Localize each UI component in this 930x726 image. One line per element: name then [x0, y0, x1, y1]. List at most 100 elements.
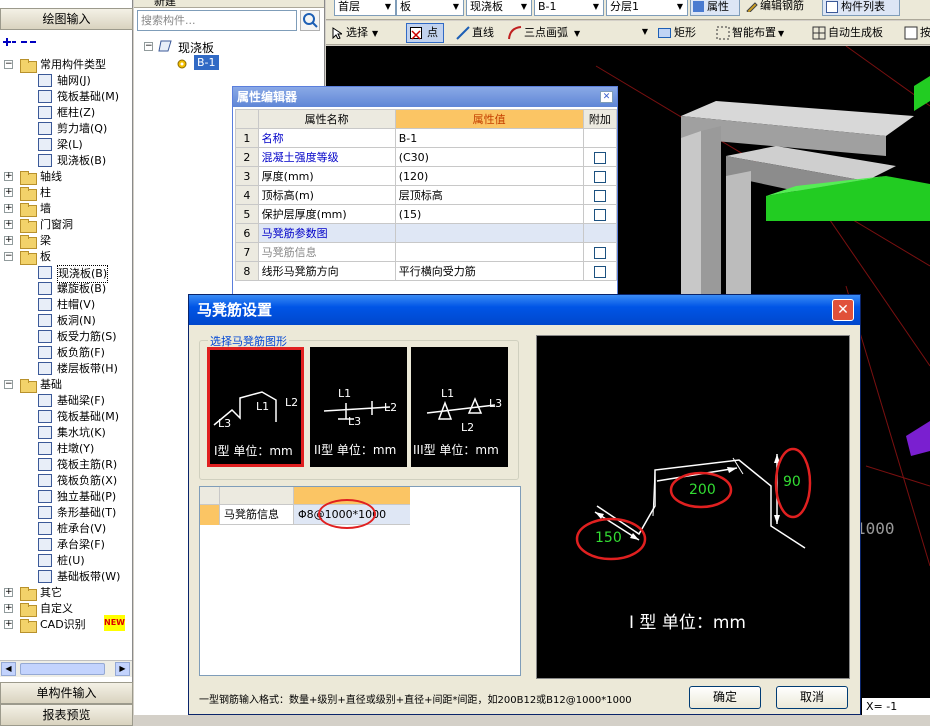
property-row[interactable]: 8 线形马凳筋方向 平行横向受力筋	[235, 261, 618, 281]
expand-toggle-icon[interactable]: +	[4, 204, 13, 213]
component-select[interactable]: B-1 ▼	[534, 0, 604, 16]
folder-icon	[20, 203, 37, 217]
label-l3: L3	[348, 415, 362, 428]
property-row[interactable]: 2 混凝土强度等级 (C30)	[235, 147, 618, 167]
extra-checkbox[interactable]	[593, 208, 606, 221]
col-header-extra: 附加	[582, 109, 618, 129]
property-value[interactable]: 平行横向受力筋	[394, 261, 584, 281]
property-row[interactable]: 6 马凳筋参数图	[235, 223, 618, 243]
col-header-value: 属性值	[394, 109, 584, 129]
property-name: 线形马凳筋方向	[257, 261, 396, 281]
tree-label: 筏板基础(M)	[57, 410, 120, 423]
property-button[interactable]: 属性	[690, 0, 740, 16]
property-icon	[693, 1, 704, 12]
cancel-button[interactable]: 取消	[776, 686, 848, 709]
property-row[interactable]: 7 马凳筋信息	[235, 242, 618, 262]
rect-button[interactable]: 矩形	[656, 24, 696, 42]
expand-toggle-icon[interactable]: +	[4, 188, 13, 197]
dialog-close-icon[interactable]: ✕	[832, 299, 854, 321]
chevron-down-icon: ▼	[452, 2, 460, 11]
expand-toggle-icon[interactable]: +	[4, 220, 13, 229]
component-list-button[interactable]: 构件列表	[822, 0, 900, 16]
expand-toggle-icon[interactable]: +	[4, 172, 13, 181]
tree-label: 承台梁(F)	[57, 538, 105, 551]
new-component-button[interactable]: 新建	[154, 0, 176, 7]
scroll-left-icon[interactable]: ◀	[1, 662, 16, 676]
expand-toggle-icon[interactable]: +	[4, 620, 13, 629]
expand-toggle-icon[interactable]: +	[4, 604, 13, 613]
folder-icon	[20, 219, 37, 233]
property-value[interactable]: (120)	[394, 166, 584, 186]
folder-icon	[20, 603, 37, 617]
extra-checkbox[interactable]	[593, 189, 606, 202]
extra-checkbox[interactable]	[593, 170, 606, 183]
property-row[interactable]: 4 顶标高(m) 层顶标高	[235, 185, 618, 205]
chevron-down-icon: ▼	[520, 2, 528, 11]
nav-single-component-input[interactable]: 单构件输入	[0, 682, 133, 704]
nav-report-preview[interactable]: 报表预览	[0, 704, 133, 726]
property-extra	[582, 128, 618, 148]
property-name: 厚度(mm)	[257, 166, 396, 186]
horizontal-scrollbar[interactable]: ◀ ▶	[0, 660, 132, 677]
collapse-toggle-icon[interactable]: −	[4, 380, 13, 389]
scroll-right-icon[interactable]: ▶	[115, 662, 130, 676]
more-button[interactable]: 按	[902, 24, 930, 42]
collapse-toggle-icon[interactable]: −	[4, 252, 13, 261]
scroll-thumb[interactable]	[20, 663, 105, 675]
property-extra	[582, 166, 618, 186]
category-select[interactable]: 板 ▼	[396, 0, 464, 16]
component-icon	[38, 474, 52, 487]
type-select[interactable]: 现浇板 ▼	[466, 0, 532, 16]
collapse-all-icon[interactable]	[20, 36, 36, 48]
collapse-toggle-icon[interactable]: −	[144, 42, 153, 51]
floor-select[interactable]: 首层 ▼	[334, 0, 396, 16]
property-value[interactable]	[394, 223, 584, 243]
search-icon[interactable]	[300, 10, 320, 31]
line-button[interactable]: 直线	[454, 24, 494, 42]
label-l2: L2	[285, 396, 299, 409]
collapse-toggle-icon[interactable]: −	[4, 60, 13, 69]
chevron-down-icon: ▼	[384, 2, 392, 11]
property-value[interactable]: (15)	[394, 204, 584, 224]
tree-item-b1[interactable]: B-1	[194, 55, 219, 70]
property-row[interactable]: 1 名称 B-1	[235, 128, 618, 148]
smart-layout-button[interactable]: 智能布置 ▼	[714, 24, 784, 42]
property-row[interactable]: 3 厚度(mm) (120)	[235, 166, 618, 186]
property-value[interactable]: B-1	[394, 128, 584, 148]
arc-mode-select[interactable]: ▼	[610, 24, 652, 42]
expand-toggle-icon[interactable]: +	[4, 588, 13, 597]
chevron-down-icon: ▼	[592, 2, 600, 11]
nav-header-drawing-input[interactable]: 绘图输入	[0, 8, 133, 30]
property-extra	[582, 185, 618, 205]
select-button[interactable]: 选择 ▼	[332, 24, 378, 42]
shape-caption: II型 单位：mm	[314, 443, 397, 457]
property-name: 马凳筋参数图	[257, 223, 396, 243]
ok-button[interactable]: 确定	[689, 686, 761, 709]
dim-l3: 150	[595, 530, 622, 546]
property-row[interactable]: 5 保护层厚度(mm) (15)	[235, 204, 618, 224]
arc-button[interactable]: 三点画弧 ▼	[506, 24, 580, 42]
property-extra	[582, 223, 618, 243]
close-icon[interactable]: ✕	[600, 91, 613, 103]
property-extra	[582, 261, 618, 281]
extra-checkbox[interactable]	[593, 151, 606, 164]
property-value[interactable]	[394, 242, 584, 262]
tree-label: 基础梁(F)	[57, 394, 105, 407]
edit-rebar-button[interactable]: 编辑钢筋	[744, 0, 820, 16]
extra-checkbox[interactable]	[593, 246, 606, 259]
component-gear-icon	[176, 58, 188, 70]
shape-option-type2[interactable]: L1 L2 L3 II型 单位：mm	[310, 347, 407, 467]
auto-slab-button[interactable]: 自动生成板	[810, 24, 883, 42]
property-value[interactable]: 层顶标高	[394, 185, 584, 205]
property-value[interactable]: (C30)	[394, 147, 584, 167]
shape-option-type1[interactable]: L1 L2 L3 I型 单位：mm	[207, 347, 304, 467]
layer-select[interactable]: 分层1 ▼	[606, 0, 688, 16]
expand-toggle-icon[interactable]: +	[4, 236, 13, 245]
component-search-input[interactable]: 搜索构件...	[137, 10, 297, 31]
tree-root-label[interactable]: 现浇板	[178, 39, 214, 56]
expand-all-icon[interactable]	[2, 36, 16, 48]
extra-checkbox[interactable]	[593, 265, 606, 278]
coord-readout: X= -1	[862, 698, 930, 715]
shape-option-type3[interactable]: L1 L3 L2 III型 单位：mm	[411, 347, 508, 467]
point-button[interactable]: 点	[406, 23, 444, 43]
